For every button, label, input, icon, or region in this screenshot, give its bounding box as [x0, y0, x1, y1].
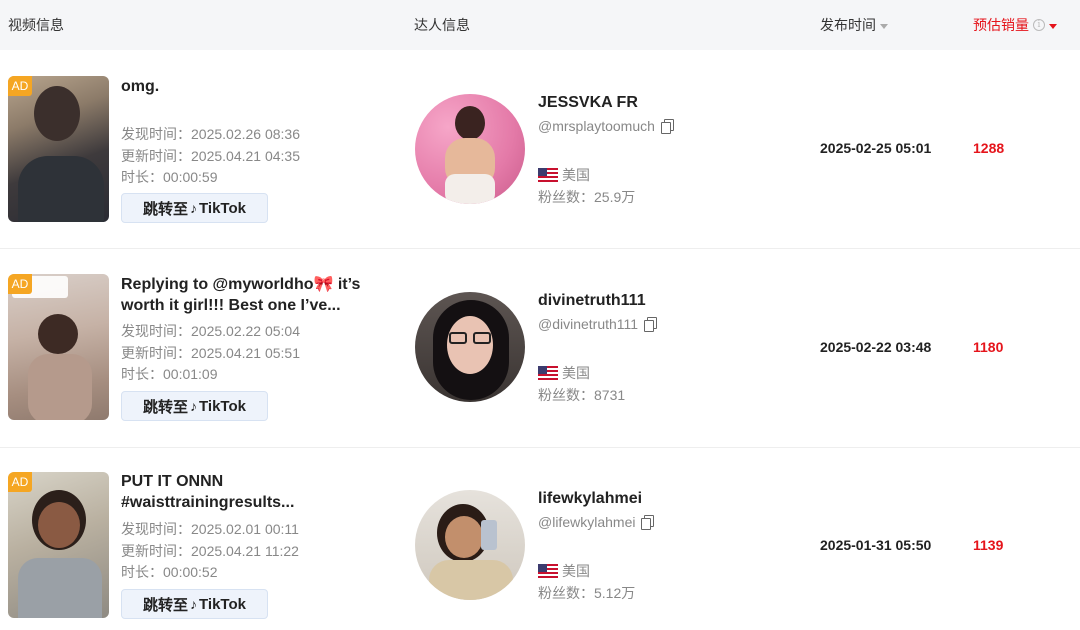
table-row: AD omg. 发现时间：2025.02.26 08:36 更新时间：2025.…: [0, 51, 1080, 249]
copy-icon[interactable]: [641, 515, 655, 530]
header-creator-info: 达人信息: [414, 17, 470, 33]
tiktok-icon: ♪: [190, 398, 198, 414]
avatar[interactable]: [415, 490, 525, 600]
video-thumbnail[interactable]: AD: [8, 274, 109, 420]
creator-handle: @mrsplaytoomuch: [538, 118, 674, 134]
handle-text: @mrsplaytoomuch: [538, 118, 655, 134]
header-est-sales-sort[interactable]: 预估销量 i: [973, 0, 1057, 50]
avatar[interactable]: [415, 94, 525, 204]
creator-name[interactable]: divinetruth111: [538, 292, 646, 310]
tiktok-label: TikTok: [199, 397, 246, 415]
updated-time: 更新时间：2025.04.21 04:35: [121, 147, 300, 164]
header-publish-time-label: 发布时间: [820, 17, 876, 33]
handle-text: @divinetruth111: [538, 316, 639, 332]
goto-tiktok-button[interactable]: 跳转至 ♪ TikTok: [121, 391, 268, 421]
video-title: omg.: [121, 78, 160, 95]
tiktok-icon: ♪: [190, 200, 198, 216]
country-label: 美国: [562, 563, 590, 579]
fans-count: 粉丝数：8731: [538, 387, 626, 403]
copy-icon[interactable]: [644, 317, 658, 332]
video-thumbnail[interactable]: AD: [8, 472, 109, 618]
tiktok-label: TikTok: [199, 199, 246, 217]
estimated-sales: 1288: [973, 140, 1005, 156]
copy-icon[interactable]: [660, 119, 674, 134]
goto-label: 跳转至: [143, 200, 189, 218]
us-flag-icon: [538, 366, 558, 380]
publish-date: 2025-02-25 05:01: [820, 140, 932, 156]
table-header: 视频信息 达人信息 发布时间 预估销量 i: [0, 0, 1080, 50]
creator-country: 美国: [538, 165, 590, 185]
video-meta: 发现时间：2025.02.22 05:04 更新时间：2025.04.21 05…: [121, 321, 300, 386]
table-row: AD PUT IT ONNN #waisttrainingresults... …: [0, 449, 1080, 630]
duration: 时长：00:01:09: [121, 366, 218, 382]
tiktok-icon: ♪: [190, 596, 198, 612]
table-row: AD Replying to @myworldho🎀 it’s worth it…: [0, 250, 1080, 448]
sort-caret-down-icon[interactable]: [880, 23, 888, 29]
us-flag-icon: [538, 564, 558, 578]
us-flag-icon: [538, 168, 558, 182]
country-label: 美国: [562, 167, 590, 183]
creator-country: 美国: [538, 561, 590, 581]
video-meta: 发现时间：2025.02.01 00:11 更新时间：2025.04.21 11…: [121, 519, 299, 584]
video-title: Replying to @myworldho🎀 it’s worth it gi…: [121, 276, 361, 314]
fans-count: 粉丝数：25.9万: [538, 189, 636, 205]
creator-country: 美国: [538, 363, 590, 383]
sort-caret-down-icon[interactable]: [1049, 23, 1057, 29]
ad-badge: AD: [8, 472, 32, 492]
goto-label: 跳转至: [143, 398, 189, 416]
handle-text: @lifewkylahmei: [538, 514, 636, 530]
info-icon[interactable]: i: [1033, 19, 1045, 31]
ad-badge: AD: [8, 76, 32, 96]
goto-tiktok-button[interactable]: 跳转至 ♪ TikTok: [121, 589, 268, 619]
creator-name[interactable]: JESSVKA FR: [538, 94, 638, 112]
country-label: 美国: [562, 365, 590, 381]
publish-date: 2025-01-31 05:50: [820, 537, 932, 553]
video-title: PUT IT ONNN #waisttrainingresults...: [121, 473, 295, 511]
duration: 时长：00:00:59: [121, 169, 218, 185]
creator-handle: @divinetruth111: [538, 316, 658, 332]
goto-label: 跳转至: [143, 596, 189, 614]
updated-time: 更新时间：2025.04.21 05:51: [121, 344, 300, 361]
estimated-sales: 1180: [973, 339, 1004, 355]
header-video-info: 视频信息: [8, 17, 64, 33]
header-publish-time-sort[interactable]: 发布时间: [820, 0, 888, 50]
duration: 时长：00:00:52: [121, 564, 218, 580]
estimated-sales: 1139: [973, 537, 1004, 553]
goto-tiktok-button[interactable]: 跳转至 ♪ TikTok: [121, 193, 268, 223]
updated-time: 更新时间：2025.04.21 11:22: [121, 542, 299, 559]
tiktok-label: TikTok: [199, 595, 246, 613]
fans-count: 粉丝数：5.12万: [538, 585, 636, 601]
video-meta: 发现时间：2025.02.26 08:36 更新时间：2025.04.21 04…: [121, 124, 300, 189]
discovered-time: 发现时间：2025.02.26 08:36: [121, 126, 300, 142]
header-est-sales-label: 预估销量: [973, 17, 1029, 33]
publish-date: 2025-02-22 03:48: [820, 339, 932, 355]
discovered-time: 发现时间：2025.02.22 05:04: [121, 323, 300, 339]
ad-badge: AD: [8, 274, 32, 294]
avatar[interactable]: [415, 292, 525, 402]
discovered-time: 发现时间：2025.02.01 00:11: [121, 521, 299, 537]
video-thumbnail[interactable]: AD: [8, 76, 109, 222]
creator-name[interactable]: lifewkylahmei: [538, 490, 642, 508]
creator-handle: @lifewkylahmei: [538, 514, 655, 530]
